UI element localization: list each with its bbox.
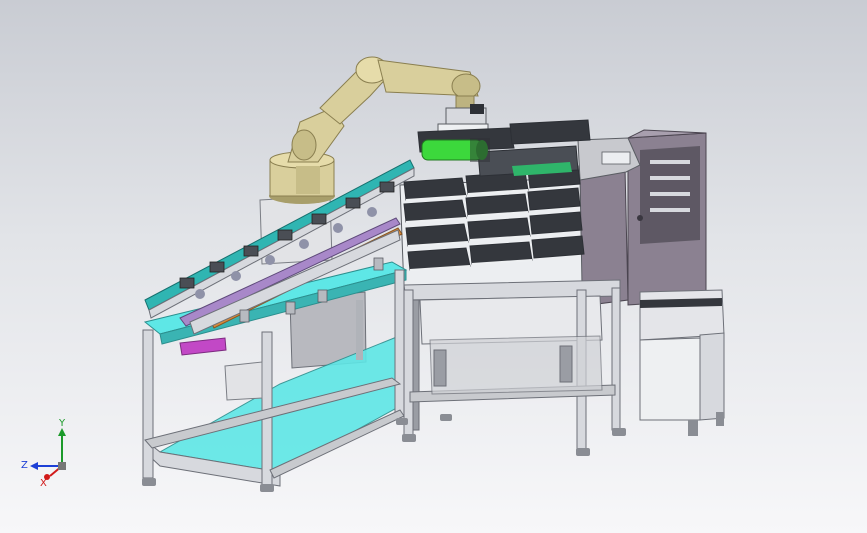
assembly-scene: Y Z X [21,56,725,492]
coordinate-triad: Y Z X [21,418,66,489]
middle-frame [403,279,621,451]
green-gripper [421,138,490,162]
cad-viewport[interactable]: Y Z X [0,0,867,533]
y-axis-label: Y [58,418,66,429]
right-lower-bench [639,289,725,436]
x-axis-label: X [40,478,47,489]
z-axis-label: Z [21,460,28,471]
middle-frame-feet [402,414,626,456]
